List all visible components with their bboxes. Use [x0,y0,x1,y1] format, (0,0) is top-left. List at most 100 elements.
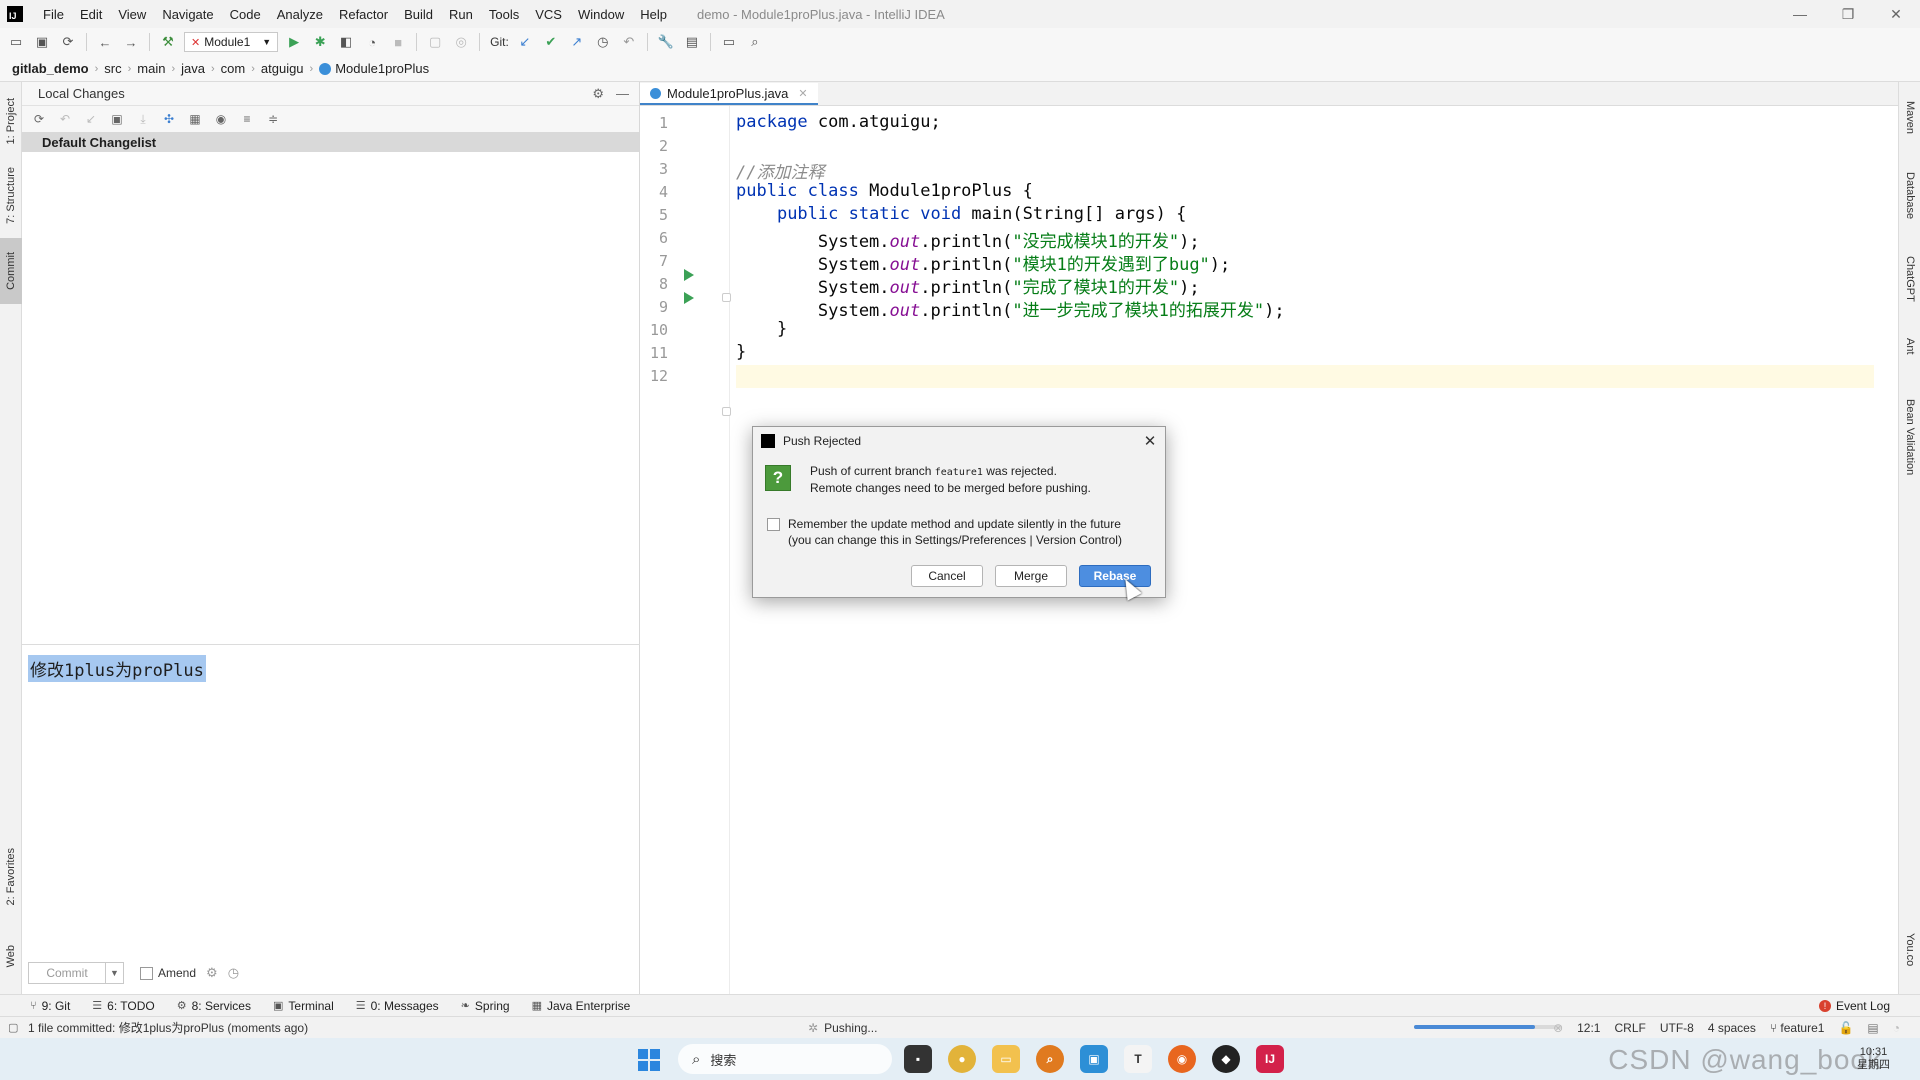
menu-build[interactable]: Build [396,7,441,22]
chevron-down-icon[interactable]: ▼ [105,963,123,983]
module-grouping-icon[interactable]: ▦ [186,110,204,128]
rollback-icon[interactable]: ↶ [56,110,74,128]
code-line[interactable]: } [736,319,787,342]
breadcrumb-src[interactable]: src [98,61,127,76]
open-folder-icon[interactable]: ▭ [6,32,26,52]
amend-checkbox[interactable]: Amend [140,966,196,980]
group-by-icon[interactable]: ✣ [160,110,178,128]
code-line[interactable] [736,365,1874,388]
file-explorer-icon[interactable]: ▭ [992,1045,1020,1073]
code-line[interactable]: System.out.println("进一步完成了模块1的拓展开发"); [736,296,1285,321]
menu-edit[interactable]: Edit [72,7,110,22]
collapse-all-icon[interactable]: ≑ [264,110,282,128]
fold-marker-icon[interactable] [722,407,731,416]
rollback-icon[interactable]: ↶ [619,32,639,52]
taskbar-search[interactable]: ⌕ 搜索 [678,1044,892,1074]
search-icon[interactable]: ⌕ [745,32,765,52]
chrome-icon[interactable]: ● [948,1045,976,1073]
git-commit-icon[interactable]: ✔ [541,32,561,52]
git-update-icon[interactable]: ↙ [515,32,535,52]
stop-icon[interactable]: ■ [388,32,408,52]
tool-tab-ant[interactable]: Ant [1899,326,1920,366]
menu-view[interactable]: View [110,7,154,22]
code-line[interactable]: //添加注释 [736,158,824,183]
local-changes-tab[interactable]: Local Changes [38,86,125,101]
refresh-icon[interactable]: ⟳ [30,110,48,128]
memory-indicator-icon[interactable]: ▤ [1867,1021,1878,1035]
system-clock[interactable]: 10:31 星期四 [1857,1046,1890,1072]
commit-button[interactable]: Commit ▼ [28,962,124,984]
run-icon[interactable]: ▶ [284,32,304,52]
notifications-icon[interactable]: ◔ [1893,1021,1900,1035]
minimize-icon[interactable]: — [1776,0,1824,28]
gear-icon[interactable]: ⚙ [592,86,604,102]
show-icon[interactable]: ◉ [212,110,230,128]
tool-window-todo[interactable]: ☰ 6: TODO [92,999,154,1013]
code-line[interactable]: public static void main(String[] args) { [736,204,1186,227]
tool-window-services[interactable]: ⚙ 8: Services [177,999,251,1013]
menu-navigate[interactable]: Navigate [154,7,221,22]
windows-start-icon[interactable] [638,1049,660,1071]
tool-tab-commit[interactable]: Commit [0,238,22,304]
sdk-icon[interactable]: ◎ [451,32,471,52]
breadcrumb-project[interactable]: gitlab_demo [12,61,95,76]
file-encoding[interactable]: UTF-8 [1660,1021,1694,1035]
default-changelist[interactable]: Default Changelist [22,132,639,152]
game-app-icon[interactable]: ◆ [1212,1045,1240,1073]
profile-icon[interactable]: ◔ [362,32,382,52]
tool-window-spring[interactable]: ❧ Spring [461,999,510,1013]
amend-checkbox-box[interactable] [140,966,153,980]
menu-vcs[interactable]: VCS [527,7,570,22]
git-push-icon[interactable]: ↗ [567,32,587,52]
firefox-icon[interactable]: ◉ [1168,1045,1196,1073]
status-panel-icon[interactable]: ▢ [8,1021,18,1034]
task-view-icon[interactable]: ▪ [904,1045,932,1073]
menu-help[interactable]: Help [632,7,675,22]
tool-tab-youco[interactable]: You.co [1899,922,1920,978]
tool-window-java-enterprise[interactable]: ▦ Java Enterprise [532,999,631,1013]
intellij-taskbar-icon[interactable]: IJ [1256,1045,1284,1073]
lock-icon[interactable]: 🔓 [1838,1021,1853,1035]
close-tab-icon[interactable]: ✕ [798,87,807,100]
save-all-icon[interactable]: ▣ [32,32,52,52]
run-configuration-select[interactable]: ✕ Module1 ▼ [184,32,279,52]
menu-run[interactable]: Run [441,7,481,22]
cancel-task-icon[interactable]: ⊗ [1553,1021,1563,1035]
code-line[interactable]: System.out.println("没完成模块1的开发"); [736,227,1200,252]
build-hammer-icon[interactable]: ⚒ [158,32,178,52]
status-message[interactable]: 1 file committed: 修改1plus为proPlus (momen… [0,1019,308,1036]
typora-icon[interactable]: T [1124,1045,1152,1073]
back-icon[interactable]: ← [95,32,115,52]
fold-marker-icon[interactable] [722,293,731,302]
project-structure-folder-icon[interactable]: ▤ [682,32,702,52]
line-separator[interactable]: CRLF [1614,1021,1645,1035]
sync-icon[interactable]: ⟳ [58,32,78,52]
breadcrumb-atguigu[interactable]: atguigu [255,61,310,76]
expand-all-icon[interactable]: ≡ [238,110,256,128]
commit-history-icon[interactable]: ◷ [228,965,239,981]
debug-icon[interactable]: ✱ [310,32,330,52]
tool-window-messages[interactable]: ☰ 0: Messages [356,999,439,1013]
commit-options-gear-icon[interactable]: ⚙ [206,965,218,981]
tool-window-git[interactable]: ⑂ 9: Git [30,999,70,1013]
tool-tab-bean-validation[interactable]: Bean Validation [1899,382,1920,492]
code-line[interactable]: System.out.println("模块1的开发遇到了bug"); [736,250,1230,275]
menu-tools[interactable]: Tools [481,7,527,22]
tool-tab-favorites[interactable]: 2: Favorites [0,838,22,916]
breadcrumb-class[interactable]: Module1proPlus [335,61,435,76]
history-icon[interactable]: ◷ [593,32,613,52]
remote-app-icon[interactable]: ▣ [1080,1045,1108,1073]
tool-tab-structure[interactable]: 7: Structure [0,160,22,230]
caret-position[interactable]: 12:1 [1577,1021,1600,1035]
tool-tab-web[interactable]: Web [0,932,22,980]
hide-panel-icon[interactable]: — [616,86,629,102]
run-main-icon[interactable] [684,292,694,304]
menu-code[interactable]: Code [222,7,269,22]
git-branch-widget[interactable]: ⑂ feature1 [1770,1021,1825,1035]
editor-tab-module1proplus[interactable]: Module1proPlus.java ✕ [640,83,818,105]
code-line[interactable]: package com.atguigu; [736,112,941,135]
cancel-button[interactable]: Cancel [911,565,983,587]
tool-window-terminal[interactable]: ▣ Terminal [273,999,334,1013]
breadcrumb-main[interactable]: main [131,61,171,76]
tool-tab-maven[interactable]: Maven [1899,90,1920,146]
